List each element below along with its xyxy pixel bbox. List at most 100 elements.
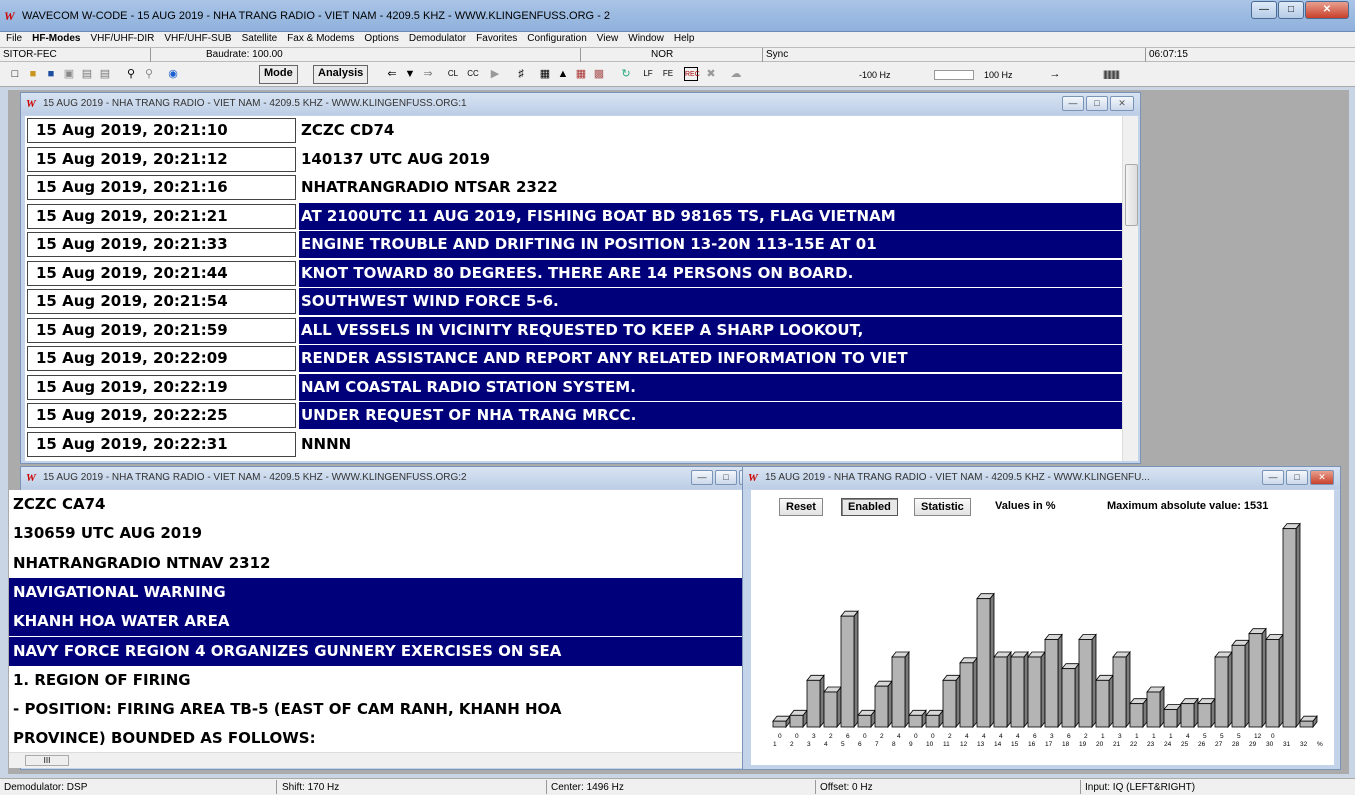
window1-minimize-button[interactable]: — [1062,96,1084,111]
window1-scrollbar[interactable] [1122,116,1138,461]
save-icon[interactable]: ■ [44,67,58,81]
menu-view[interactable]: View [591,32,623,47]
menu-file[interactable]: File [0,32,26,47]
find-next-icon[interactable]: ⚲ [142,67,156,81]
help-icon[interactable]: ◉ [166,67,180,81]
sync-label: Sync [766,49,789,60]
bar-value-label: 0 [931,733,935,740]
minimize-button[interactable]: — [1251,1,1277,19]
open-icon[interactable]: ■ [26,67,40,81]
find-icon[interactable]: ⚲ [124,67,138,81]
bar-value-label: 4 [1016,733,1020,740]
log-timestamp: 15 Aug 2019, 20:21:44 [27,260,296,286]
rec-icon[interactable]: REC [684,67,700,81]
new-icon[interactable]: □ [8,67,22,81]
time-label: 06:07:15 [1149,49,1188,60]
window3-minimize-button[interactable]: — [1262,470,1284,485]
bar-value-label: 1 [1101,733,1105,740]
cl-icon[interactable]: CL [446,67,460,81]
window1-restore-button[interactable]: □ [1086,96,1108,111]
nor-label: NOR [651,49,674,60]
bar-value-label: 2 [948,733,952,740]
mode-button[interactable]: Mode [259,65,298,84]
category-label: 20 [1096,741,1104,748]
histogram-bar [1027,650,1046,729]
freq-high-label: 100 Hz [984,70,1013,80]
bar-value-label: 2 [829,733,833,740]
analysis-button[interactable]: Analysis [313,65,369,84]
menu-configuration[interactable]: Configuration [521,32,590,47]
menu-help[interactable]: Help [668,32,699,47]
log-message: UNDER REQUEST OF NHA TRANG MRCC. [299,402,1122,429]
grid-icon[interactable]: ▦ [574,67,588,81]
bar-value-label: 1 [1169,733,1173,740]
menu-window[interactable]: Window [622,32,668,47]
menu-vhf-uhf-dir[interactable]: VHF/UHF-DIR [84,32,158,47]
log-row: 15 Aug 2019, 20:22:31 NNNN [25,430,1122,458]
window2-restore-button[interactable]: □ [715,470,737,485]
histogram-bar [840,610,859,729]
menu-favorites[interactable]: Favorites [470,32,521,47]
category-label: 32 [1300,741,1308,748]
cross-icon[interactable]: ✖ [704,67,718,81]
demodulator-status: Demodulator: DSP [4,782,88,793]
bar-value-label: 3 [812,733,816,740]
lf-icon[interactable]: LF [641,67,655,81]
menu-vhf-uhf-sub[interactable]: VHF/UHF-SUB [158,32,235,47]
play-icon[interactable]: ▶ [488,67,502,81]
decoder-window-2: W 15 AUG 2019 - NHA TRANG RADIO - VIET N… [9,466,748,770]
menu-hf-modes[interactable]: HF-Modes [26,32,84,47]
bar-value-label: 2 [1084,733,1088,740]
menu-fax-modems[interactable]: Fax & Modems [281,32,358,47]
histogram-bar [1197,697,1216,729]
arrow-right-icon[interactable]: ⇒ [421,67,435,81]
keyboard-icon[interactable]: ▦ [538,67,552,81]
copy-icon[interactable]: ▣ [62,67,76,81]
window3-restore-button[interactable]: □ [1286,470,1308,485]
histogram-bar [891,650,910,729]
window2-content: ZCZC CA74 130659 UTC AUG 2019 NHATRANGRADI… [9,490,747,752]
category-label: 29 [1249,741,1257,748]
maximize-button[interactable]: □ [1278,1,1304,19]
log-message: NNNN [301,434,352,453]
log-row: 15 Aug 2019, 20:21:10 ZCZC CD74 [25,116,1122,144]
marker-icon[interactable]: → [1048,67,1062,81]
close-button[interactable]: ✕ [1305,1,1349,19]
window1-scroll-thumb[interactable] [1125,164,1138,226]
matrix-icon[interactable]: ▩ [592,67,606,81]
histogram-bar [1095,674,1114,729]
menu-satellite[interactable]: Satellite [236,32,282,47]
window1-close-button[interactable]: ✕ [1110,96,1134,111]
histogram-bar [806,674,825,729]
histogram-bar [1265,633,1284,729]
cloud-icon[interactable]: ☁ [729,67,743,81]
menu-demodulator[interactable]: Demodulator [403,32,470,47]
window2-hscroll-thumb[interactable]: III [25,755,69,766]
window2-hscrollbar[interactable]: III [9,752,747,768]
decoder-window-1: W 15 AUG 2019 - NHA TRANG RADIO - VIET N… [20,92,1141,464]
window3-close-button[interactable]: ✕ [1310,470,1334,485]
arrow-left-icon[interactable]: ⇐ [385,67,399,81]
antenna-icon[interactable]: ▲ [556,67,570,81]
category-label: % [1317,741,1323,748]
histogram-bar [942,674,961,729]
menu-options[interactable]: Options [358,32,402,47]
tune-icon[interactable]: ♯ [514,67,528,81]
arrow-down-icon[interactable]: ▼ [403,67,417,81]
text-line: PROVINCE) BOUNDED AS FOLLOWS: [13,729,316,748]
window2-minimize-button[interactable]: — [691,470,713,485]
text-line: NHATRANGRADIO NTNAV 2312 [13,553,271,572]
category-label: 31 [1283,741,1291,748]
refresh-icon[interactable]: ↻ [619,67,633,81]
ruler-icon[interactable]: |||||||||||| [1086,67,1136,81]
print-icon[interactable]: ▤ [80,67,94,81]
histogram-bar [1163,703,1182,729]
category-label: 3 [807,741,811,748]
ccc-icon[interactable]: CC [466,67,480,81]
category-label: 10 [926,741,934,748]
category-label: 15 [1011,741,1019,748]
histogram-bar [874,680,893,729]
fe-icon[interactable]: FE [661,67,675,81]
frequency-slider[interactable] [934,70,974,80]
print2-icon[interactable]: ▤ [98,67,112,81]
